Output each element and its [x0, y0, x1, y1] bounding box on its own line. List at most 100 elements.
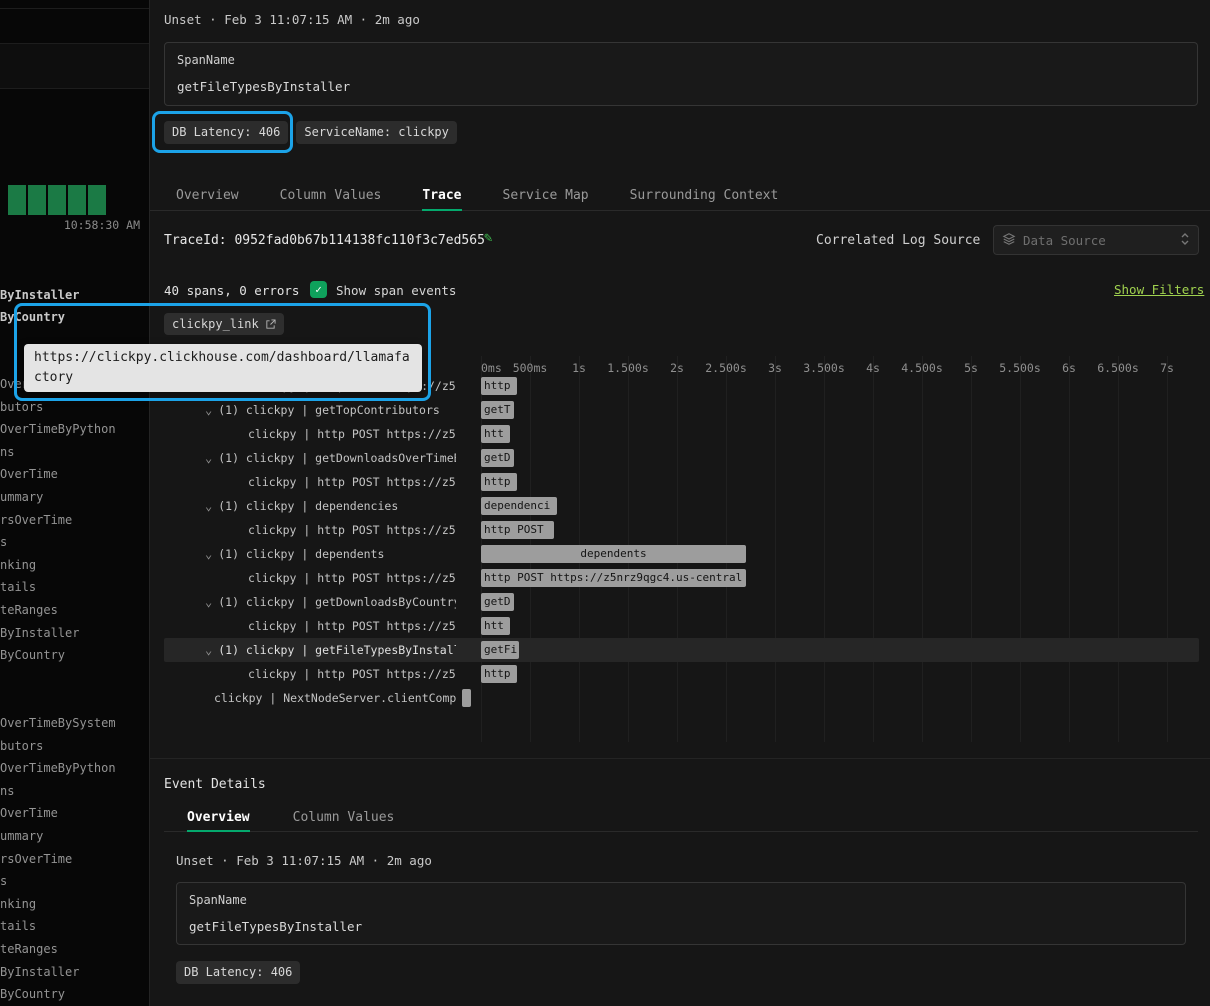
chevron-down-icon[interactable]: ⌄ — [205, 548, 212, 560]
field-label: SpanName — [177, 53, 235, 67]
checkmark-icon: ✓ — [315, 283, 322, 296]
event-tab-overview[interactable]: Overview — [187, 803, 250, 831]
event-tab-column-values[interactable]: Column Values — [293, 803, 395, 831]
trace-row-name: clickpy | http POST https://z5nrz — [164, 518, 456, 542]
sidebar-row-fragment[interactable]: ummary — [0, 490, 116, 513]
span-duration-bar[interactable]: htt — [481, 617, 510, 635]
span-duration-bar[interactable]: http POST https://z5nrz9qgc4.us-central — [481, 569, 746, 587]
chart-bar — [8, 185, 26, 215]
table-row-divider — [0, 8, 149, 9]
event-status-line: Unset · Feb 3 11:07:15 AM · 2m ago — [164, 12, 420, 27]
trace-row[interactable]: ⌄(1) clickpy | dependencies dependenci — [150, 494, 1210, 518]
sidebar-row-fragment[interactable]: OverTimeBySystem — [0, 716, 116, 739]
sidebar-row-fragment[interactable]: OverTimeByPython — [0, 422, 116, 445]
span-duration-bar[interactable]: http POST — [481, 521, 554, 539]
span-duration-bar[interactable]: htt — [481, 425, 510, 443]
chevron-down-icon[interactable]: ⌄ — [205, 596, 212, 608]
data-source-select[interactable]: Data Source — [993, 225, 1199, 255]
service-name-badge[interactable]: ServiceName: clickpy — [296, 121, 457, 144]
sidebar-row-fragment[interactable]: ns — [0, 445, 116, 468]
trace-row[interactable]: clickpy | http POST https://z5nrzhttp PO… — [150, 566, 1210, 590]
span-duration-bar[interactable]: getFi — [481, 641, 519, 659]
tab-trace[interactable]: Trace — [422, 180, 461, 210]
span-name-label: clickpy | http POST https://z5nrz — [248, 475, 456, 489]
span-duration-bar[interactable]: http — [481, 665, 517, 683]
sidebar-row-fragment[interactable]: rsOverTime — [0, 513, 116, 536]
trace-row[interactable]: ⌄(1) clickpy | getDownloadsOverTimeByS ge… — [150, 446, 1210, 470]
timeline-tick-label: 3.500s — [803, 361, 845, 375]
trace-row[interactable]: clickpy | http POST https://z5nrz http — [150, 470, 1210, 494]
sidebar-row-fragment[interactable]: ns — [0, 784, 116, 807]
sidebar-row-fragment[interactable]: ummary — [0, 829, 116, 852]
trace-row[interactable]: clickpy | http POST https://z5nrzhttp — [150, 662, 1210, 686]
show-span-events-checkbox[interactable]: ✓ — [310, 281, 327, 298]
span-name-label: (1) clickpy | dependents — [218, 547, 384, 561]
timeline-tick-label: 7s — [1160, 361, 1174, 375]
chart-bar — [48, 185, 66, 215]
sidebar-row-fragment[interactable]: ByCountry — [0, 648, 116, 671]
trace-row-name: ⌄ (1) clickpy | dependents — [164, 542, 456, 566]
clickpy-link-label: clickpy_link — [172, 317, 259, 331]
sidebar-row-fragment[interactable]: nking — [0, 558, 116, 581]
tab-overview[interactable]: Overview — [176, 180, 239, 210]
sidebar-row-fragment[interactable]: teRanges — [0, 942, 116, 965]
sidebar-row-fragment[interactable]: teRanges — [0, 603, 116, 626]
span-name-label: (1) clickpy | getDownloadsByCountry — [218, 595, 456, 609]
span-duration-bar[interactable]: http — [481, 377, 517, 395]
sidebar-row-fragment[interactable]: ByCountry — [0, 987, 116, 1006]
sidebar-row-fragment[interactable]: ByInstaller — [0, 288, 79, 310]
sidebar-row-fragment[interactable]: butors — [0, 739, 116, 762]
show-filters-link[interactable]: Show Filters — [1114, 282, 1204, 297]
chevron-down-icon[interactable]: ⌄ — [205, 452, 212, 464]
clickpy-link-button[interactable]: clickpy_link — [164, 313, 284, 335]
edit-pencil-icon[interactable]: ✎ — [484, 230, 492, 246]
link-url-tooltip: https://clickpy.clickhouse.com/dashboard… — [24, 344, 422, 392]
span-duration-bar[interactable]: http — [481, 473, 517, 491]
tab-surrounding-context[interactable]: Surrounding Context — [630, 180, 779, 210]
sidebar-row-fragment[interactable]: s — [0, 874, 116, 897]
span-duration-bar[interactable]: getT — [481, 401, 514, 419]
sidebar-row-fragment[interactable]: ByInstaller — [0, 626, 116, 649]
sidebar-row-fragment[interactable]: OverTimeByPython — [0, 761, 116, 784]
span-name-label: clickpy | http POST https://z5nrz — [248, 427, 456, 441]
sidebar-row-fragment[interactable]: butors — [0, 400, 116, 423]
field-label: SpanName — [189, 893, 247, 907]
span-duration-bar[interactable] — [462, 689, 471, 707]
sidebar-row-fragment[interactable]: rsOverTime — [0, 852, 116, 875]
field-value: getFileTypesByInstaller — [189, 919, 362, 934]
sidebar-row-fragment[interactable]: ByInstaller — [0, 965, 116, 988]
trace-row[interactable]: ⌄ (1) clickpy | dependents dependents — [150, 542, 1210, 566]
span-duration-bar[interactable]: dependents — [481, 545, 746, 563]
trace-row[interactable]: clickpy | http POST https://z5nrz http PO… — [150, 518, 1210, 542]
trace-row-name: ⌄ (1) clickpy | getDownloadsByCountry — [164, 590, 456, 614]
chevron-down-icon[interactable]: ⌄ — [205, 644, 212, 656]
db-latency-badge[interactable]: DB Latency: 406 — [164, 121, 288, 144]
chevron-down-icon[interactable]: ⌄ — [205, 404, 212, 416]
db-latency-badge[interactable]: DB Latency: 406 — [176, 961, 300, 984]
tab-column-values[interactable]: Column Values — [280, 180, 382, 210]
sidebar-row-fragment[interactable]: tails — [0, 919, 116, 942]
span-duration-bar[interactable]: getD — [481, 593, 514, 611]
trace-row-name: clickpy | http POST https://z5nrz — [164, 470, 456, 494]
trace-row[interactable]: ⌄ (1) clickpy | getDownloadsByCountry getD — [150, 590, 1210, 614]
chevron-down-icon[interactable]: ⌄ — [205, 500, 212, 512]
correlated-log-source-label: Correlated Log Source — [816, 233, 980, 248]
trace-row[interactable]: ⌄(1) clickpy | getTopContributorsgetT — [150, 398, 1210, 422]
sidebar-row-fragment[interactable]: OverTime — [0, 806, 116, 829]
sidebar-row-fragment[interactable]: s — [0, 535, 116, 558]
sidebar-row-fragment[interactable]: ByCountry — [0, 310, 79, 332]
span-duration-bar[interactable]: getD — [481, 449, 514, 467]
tab-service-map[interactable]: Service Map — [503, 180, 589, 210]
trace-row[interactable]: clickpy | NextNodeServer.clientCompone — [150, 686, 1210, 710]
mini-bar-chart[interactable] — [8, 185, 106, 215]
trace-row[interactable]: clickpy | http POST https://z5nrz htt — [150, 422, 1210, 446]
trace-row[interactable]: clickpy | http POST https://z5nrzhtt — [150, 614, 1210, 638]
trace-row[interactable]: ⌄(1) clickpy | getFileTypesByInstallerge… — [150, 638, 1210, 662]
sidebar-row-fragment[interactable]: tails — [0, 580, 116, 603]
trace-row-name: ⌄(1) clickpy | getDownloadsOverTimeByS — [164, 446, 456, 470]
sidebar-row-fragment[interactable]: nking — [0, 897, 116, 920]
sidebar-row-fragment[interactable]: OverTime — [0, 467, 116, 490]
chart-bar — [28, 185, 46, 215]
trace-row-name: ⌄(1) clickpy | dependencies — [164, 494, 456, 518]
span-duration-bar[interactable]: dependenci — [481, 497, 557, 515]
